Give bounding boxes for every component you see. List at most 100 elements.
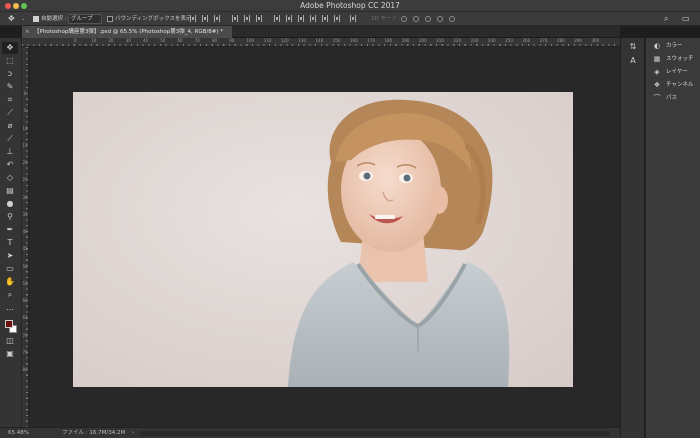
auto-select-dropdown[interactable]: グループ [68,14,102,24]
panel-swatches[interactable]: ▦ スウォッチ [646,53,700,65]
slide-3d-icon[interactable] [437,16,443,22]
screen-mode-icon[interactable]: ▣ [2,348,18,360]
clone-stamp-tool-icon[interactable]: ⊥ [2,146,18,158]
ruler-label: 200 [419,38,427,43]
ruler-label: 10 [22,125,28,131]
pan-3d-icon[interactable] [425,16,431,22]
quick-select-tool-icon[interactable]: ✎ [2,81,18,93]
panel-label: パス [666,95,678,101]
channels-icon: ❖ [653,81,661,89]
blur-tool-icon[interactable]: ● [2,198,18,210]
close-tab-icon[interactable]: × [25,26,30,38]
panel-dock: ◐ カラー ▦ スウォッチ ◈ レイヤー ❖ チャンネル ⌒ パス [645,38,700,438]
distribute-right-icon[interactable] [334,15,340,22]
panel-paths[interactable]: ⌒ パス [646,92,700,104]
auto-select-value: グループ [71,16,93,22]
status-arrow-icon[interactable]: › [132,428,134,438]
distribute-vcenter-icon[interactable] [286,15,292,22]
ruler-label: 30 [22,194,28,200]
ruler-label: 50 [160,38,166,43]
vertical-ruler[interactable]: 0 5 10 15 20 25 30 35 40 45 50 55 60 65 70 75 80 [22,47,29,427]
ruler-label: 70 [22,332,28,338]
spot-heal-tool-icon[interactable]: ⌀ [2,120,18,132]
more-tools-icon[interactable]: … [2,302,18,314]
panel-label: チャンネル [666,82,694,88]
ruler-label: 0 [23,91,27,96]
foreground-color-swatch[interactable] [5,320,13,328]
distribute-hcenter-icon[interactable] [322,15,328,22]
ruler-label: 10 [91,38,97,43]
ruler-label: 65 [22,315,28,321]
ruler-label: 110 [263,38,272,43]
document-canvas-photo[interactable] [73,92,573,387]
ruler-label: 240 [488,38,496,43]
gradient-tool-icon[interactable]: ▤ [2,185,18,197]
align-hcenter-icon[interactable] [244,15,250,22]
horizontal-scrollbar[interactable] [140,431,610,436]
distribute-left-icon[interactable] [310,15,316,22]
align-bottom-icon[interactable] [214,15,220,22]
pen-tool-icon[interactable]: ✒ [2,224,18,236]
ruler-label: 40 [143,38,149,43]
bounding-box-label: バウンディングボックスを表示 [115,16,192,22]
status-bar: 65.48% ファイル : 16.7M/34.2M › [0,427,620,438]
ruler-label: 300 [591,38,600,43]
zoom-level[interactable]: 65.48% [8,428,29,438]
tool-preset-dropdown[interactable]: ⌄ [21,14,26,24]
move-tool-icon[interactable]: ✥ [2,42,18,54]
panel-layers[interactable]: ◈ レイヤー [646,66,700,78]
distribute-top-icon[interactable] [274,15,280,22]
document-tab-title: 【Photoshop講座第3弾】.psd @ 65.5% (Photoshop第… [34,29,223,35]
eraser-tool-icon[interactable]: ◇ [2,172,18,184]
ruler-label: 220 [453,38,462,43]
align-left-icon[interactable] [232,15,238,22]
scale-3d-icon[interactable] [449,16,455,22]
orbit-3d-icon[interactable] [401,16,407,22]
panel-channels[interactable]: ❖ チャンネル [646,79,700,91]
ruler-label: 60 [177,38,183,43]
auto-select-label: 自動選択 : [41,16,67,22]
brush-tool-icon[interactable]: ⟋ [2,133,18,145]
ruler-label: 60 [22,298,28,303]
crop-tool-icon[interactable]: ⌗ [2,94,18,106]
bounding-box-checkbox[interactable] [107,16,113,22]
ruler-label: 55 [22,280,28,286]
align-top-icon[interactable] [190,15,196,22]
ruler-label: 270 [539,38,548,43]
type-tool-icon[interactable]: T [2,237,18,249]
quick-mask-icon[interactable]: ◫ [2,335,18,347]
lasso-tool-icon[interactable]: ↄ [2,68,18,80]
auto-align-icon[interactable] [350,15,356,22]
character-panel-icon[interactable]: A [628,56,638,66]
history-brush-tool-icon[interactable]: ↶ [2,159,18,171]
title-bar: Adobe Photoshop CC 2017 [0,0,700,12]
ruler-label: 35 [22,211,28,217]
history-panel-icon[interactable]: ⇅ [628,42,638,52]
path-select-tool-icon[interactable]: ➤ [2,250,18,262]
ruler-label: 210 [436,38,444,43]
align-vcenter-icon[interactable] [202,15,208,22]
file-size-info[interactable]: ファイル : 16.7M/34.2M [62,428,125,438]
ruler-label: 280 [557,38,565,43]
panel-label: レイヤー [666,69,688,75]
hand-tool-icon[interactable]: ✋ [2,276,18,288]
workspace-icon[interactable]: ▭ [682,14,690,24]
auto-select-checkbox[interactable] [33,16,39,22]
ruler-label: 100 [246,38,255,43]
rectangle-tool-icon[interactable]: ▭ [2,263,18,275]
ruler-label: 260 [522,38,531,43]
search-icon[interactable]: ⌕ [664,14,668,24]
eyedropper-tool-icon[interactable]: ⟋ [2,107,18,119]
dodge-tool-icon[interactable]: ⚲ [2,211,18,223]
align-right-icon[interactable] [256,15,262,22]
marquee-tool-icon[interactable]: ⬚ [2,55,18,67]
horizontal-ruler[interactable]: 0 10 20 30 40 50 60 70 80 90 100 110 120 130 140 150 160… [22,38,620,47]
panel-color[interactable]: ◐ カラー [646,40,700,52]
document-tab[interactable]: × 【Photoshop講座第3弾】.psd @ 65.5% (Photosho… [22,26,232,38]
roll-3d-icon[interactable] [413,16,419,22]
move-tool-preset-icon[interactable]: ✥ [8,14,15,24]
child-portrait-image [73,92,573,387]
ruler-label: 180 [384,38,393,43]
distribute-bottom-icon[interactable] [298,15,304,22]
zoom-tool-icon[interactable]: ⌕ [2,289,18,301]
